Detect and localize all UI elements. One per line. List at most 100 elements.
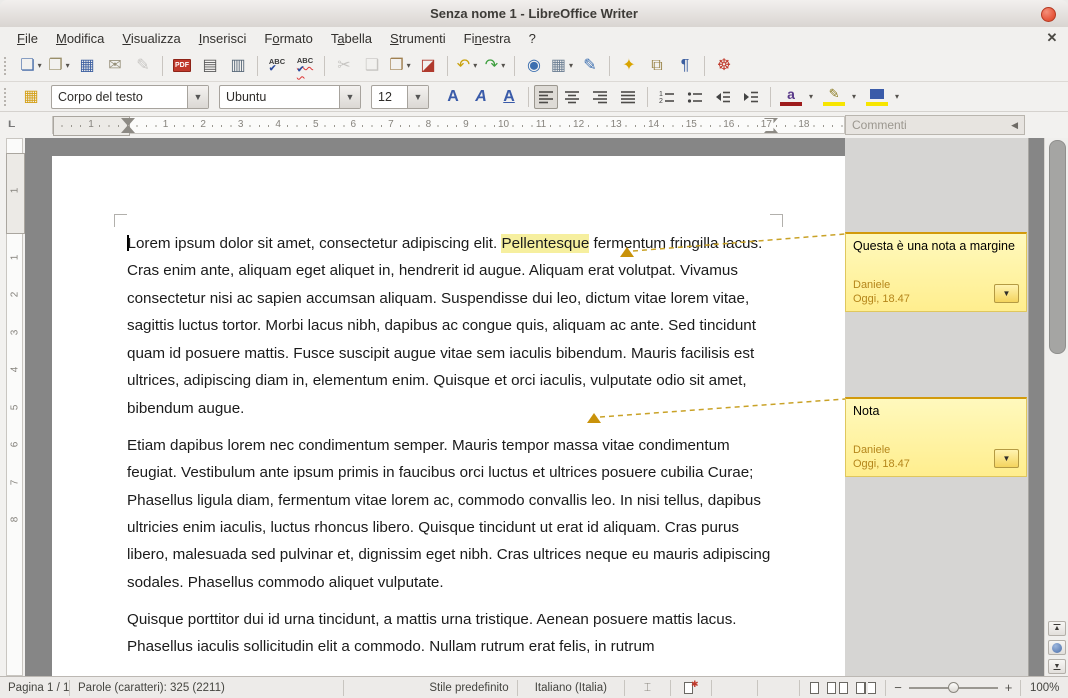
navigation-button[interactable] bbox=[1048, 640, 1066, 655]
menu-modifica[interactable]: Modifica bbox=[47, 29, 113, 48]
new-document-button[interactable]: ❏▾ bbox=[17, 54, 45, 78]
paste-button[interactable]: ❒▾ bbox=[386, 54, 414, 78]
text-language[interactable]: Italiano (Italia) bbox=[518, 680, 625, 696]
toolbar-grip[interactable] bbox=[4, 57, 13, 75]
ordered-list-button[interactable]: 12 bbox=[653, 85, 681, 109]
zoom-slider[interactable]: − + bbox=[886, 680, 1020, 696]
chevron-down-icon[interactable]: ▾ bbox=[569, 61, 573, 70]
table-button[interactable]: ▦▾ bbox=[548, 54, 576, 78]
toolbar-grip[interactable] bbox=[4, 88, 13, 106]
open-button[interactable]: ❐▾ bbox=[45, 54, 73, 78]
chevron-down-icon[interactable]: ▾ bbox=[473, 61, 477, 70]
comment-text[interactable]: Questa è una nota a margine bbox=[853, 239, 1020, 253]
gallery-button[interactable]: ⧉ bbox=[643, 54, 671, 78]
chevron-down-icon[interactable]: ▾ bbox=[38, 61, 42, 70]
chevron-down-icon[interactable]: ▾ bbox=[501, 61, 505, 70]
justify-button[interactable] bbox=[614, 85, 642, 109]
next-page-button[interactable]: ▼ bbox=[1048, 659, 1066, 674]
redo-button[interactable]: ↷▾ bbox=[481, 54, 509, 78]
window-close-button[interactable] bbox=[1041, 7, 1056, 22]
bullet-list-button[interactable] bbox=[681, 85, 709, 109]
zoom-percentage[interactable]: 100% bbox=[1020, 680, 1068, 696]
paragraph-2[interactable]: Etiam dapibus lorem nec condimentum semp… bbox=[127, 432, 773, 597]
scrollbar-thumb[interactable] bbox=[1049, 140, 1066, 354]
previous-page-button[interactable]: ▲ bbox=[1048, 621, 1066, 636]
page-count[interactable]: Pagina 1 / 1 bbox=[0, 680, 70, 696]
italic-button[interactable]: A bbox=[467, 85, 495, 109]
menu-formato[interactable]: Formato bbox=[255, 29, 321, 48]
vertical-ruler[interactable]: 112345678 bbox=[0, 138, 25, 676]
close-document-icon[interactable]: ✕ bbox=[1044, 30, 1060, 46]
auto-spellcheck-button[interactable]: ABC bbox=[291, 54, 319, 78]
save-button[interactable]: ▦ bbox=[73, 54, 101, 78]
menu-tabella[interactable]: Tabella bbox=[322, 29, 381, 48]
tab-stop-selector[interactable]: L bbox=[8, 118, 15, 129]
highlighted-word[interactable]: Pellentesque bbox=[501, 234, 589, 253]
comment-menu-button[interactable]: ▼ bbox=[994, 284, 1019, 303]
word-count[interactable]: Parole (caratteri): 325 (2211) bbox=[70, 680, 344, 696]
menu-?[interactable]: ? bbox=[520, 29, 545, 48]
clone-formatting-button[interactable]: ◪ bbox=[414, 54, 442, 78]
comments-header-button[interactable]: Commenti ◀ bbox=[845, 115, 1025, 135]
chevron-down-icon[interactable]: ▾ bbox=[852, 92, 856, 101]
book-view-icon[interactable] bbox=[855, 682, 877, 694]
chevron-down-icon[interactable]: ▾ bbox=[809, 92, 813, 101]
comment-note[interactable]: Questa è una nota a margine Daniele Oggi… bbox=[845, 232, 1027, 312]
zoom-track[interactable] bbox=[909, 687, 998, 689]
increase-indent-button[interactable] bbox=[737, 85, 765, 109]
zoom-out-icon[interactable]: − bbox=[894, 680, 902, 695]
font-name-combo[interactable]: Ubuntu ▼ bbox=[219, 85, 361, 109]
font-color-button[interactable]: a bbox=[776, 85, 806, 109]
menu-finestra[interactable]: Finestra bbox=[455, 29, 520, 48]
menu-file[interactable]: File bbox=[8, 29, 47, 48]
zoom-in-icon[interactable]: + bbox=[1005, 680, 1013, 695]
spelling-button[interactable]: ABC bbox=[263, 54, 291, 78]
document-text[interactable]: Lorem ipsum dolor sit amet, consectetur … bbox=[127, 230, 773, 670]
chevron-down-icon[interactable]: ▼ bbox=[407, 86, 428, 108]
formatting-marks-button[interactable]: ¶ bbox=[671, 54, 699, 78]
menu-inserisci[interactable]: Inserisci bbox=[190, 29, 256, 48]
horizontal-ruler[interactable]: 1123456789101112131415161718 bbox=[52, 116, 845, 134]
zoom-knob[interactable] bbox=[948, 682, 959, 693]
align-center-button[interactable] bbox=[558, 85, 586, 109]
styles-button[interactable]: ▦ bbox=[17, 85, 45, 109]
document-modified-indicator[interactable]: ✱ bbox=[671, 680, 712, 696]
insert-mode-toggle[interactable]: ⌶ bbox=[625, 680, 671, 696]
print-button[interactable]: ▤ bbox=[196, 54, 224, 78]
help-button[interactable]: ☸ bbox=[710, 54, 738, 78]
export-pdf-button[interactable]: PDF bbox=[168, 54, 196, 78]
bold-button[interactable]: A bbox=[439, 85, 467, 109]
align-left-button[interactable] bbox=[534, 85, 558, 109]
font-size-combo[interactable]: 12 ▼ bbox=[371, 85, 429, 109]
highlight-color-button[interactable]: ✎ bbox=[819, 85, 849, 109]
page-style[interactable]: Stile predefinito bbox=[421, 680, 517, 696]
print-preview-button[interactable]: ▥ bbox=[224, 54, 252, 78]
draw-functions-button[interactable]: ✎ bbox=[576, 54, 604, 78]
paragraph-1[interactable]: Lorem ipsum dolor sit amet, consectetur … bbox=[127, 230, 773, 422]
paragraph-style-combo[interactable]: Corpo del testo ▼ bbox=[51, 85, 209, 109]
document-page[interactable]: Lorem ipsum dolor sit amet, consectetur … bbox=[52, 156, 845, 676]
comment-note[interactable]: Nota Daniele Oggi, 18.47 ▼ bbox=[845, 397, 1027, 477]
email-button[interactable]: ✉ bbox=[101, 54, 129, 78]
comment-text[interactable]: Nota bbox=[853, 404, 1020, 418]
signature-cell[interactable] bbox=[712, 680, 758, 696]
vertical-scrollbar[interactable]: ▲ ▼ bbox=[1044, 138, 1068, 676]
section-cell[interactable] bbox=[758, 680, 800, 696]
comment-menu-button[interactable]: ▼ bbox=[994, 449, 1019, 468]
chevron-down-icon[interactable]: ▾ bbox=[407, 61, 411, 70]
decrease-indent-button[interactable] bbox=[709, 85, 737, 109]
undo-button[interactable]: ↶▾ bbox=[453, 54, 481, 78]
single-page-view-icon[interactable] bbox=[810, 682, 819, 694]
left-indent-marker[interactable] bbox=[121, 125, 135, 133]
chevron-down-icon[interactable]: ▼ bbox=[339, 86, 360, 108]
paragraph-3[interactable]: Quisque porttitor dui id urna tincidunt,… bbox=[127, 606, 773, 661]
underline-button[interactable]: A bbox=[495, 85, 523, 109]
chevron-down-icon[interactable]: ▼ bbox=[187, 86, 208, 108]
menu-strumenti[interactable]: Strumenti bbox=[381, 29, 455, 48]
chevron-down-icon[interactable]: ▾ bbox=[66, 61, 70, 70]
hyperlink-button[interactable]: ◉ bbox=[520, 54, 548, 78]
menu-visualizza[interactable]: Visualizza bbox=[113, 29, 189, 48]
multi-page-view-icon[interactable] bbox=[826, 682, 849, 694]
background-color-button[interactable] bbox=[862, 85, 892, 109]
chevron-down-icon[interactable]: ▾ bbox=[895, 92, 899, 101]
